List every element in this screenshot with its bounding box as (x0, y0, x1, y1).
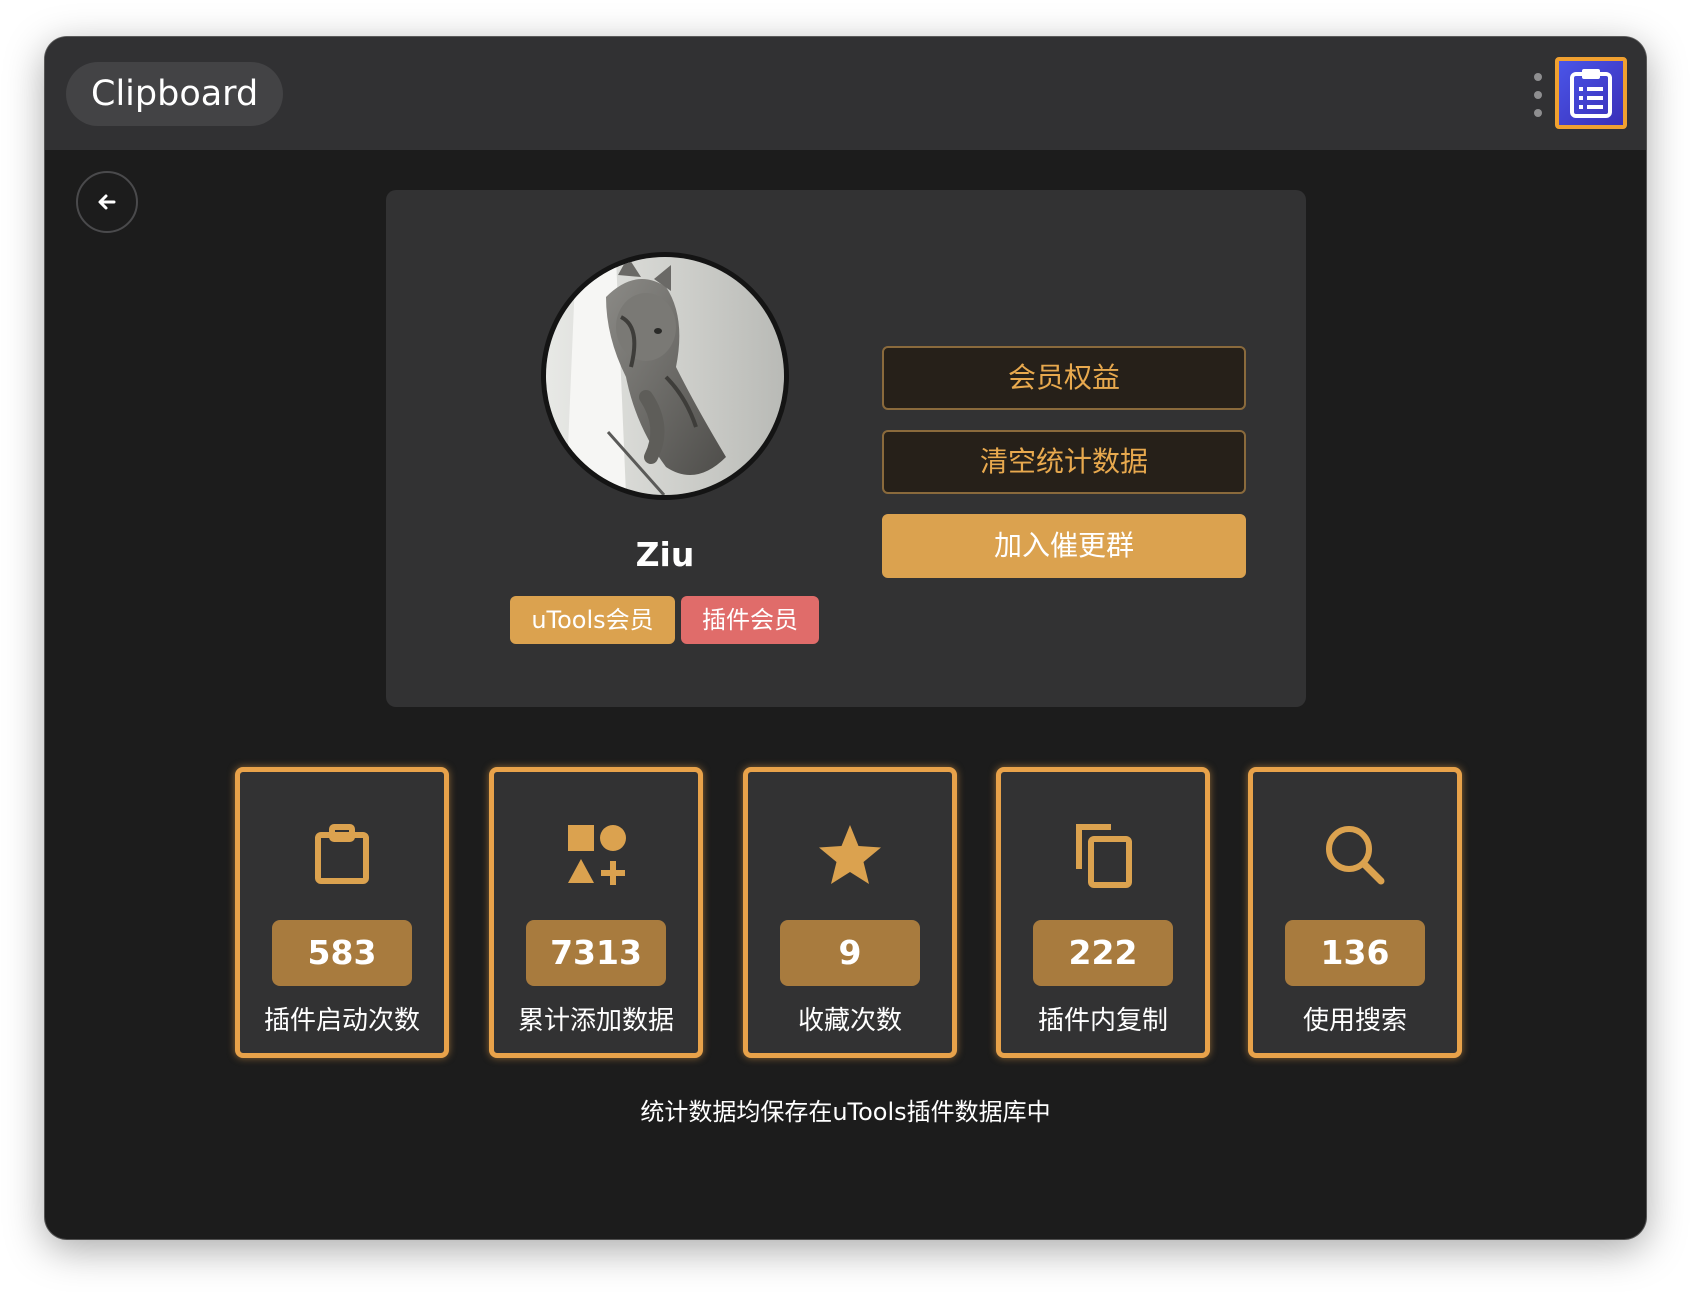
app-window: Clipboard Ziu uTools会员 插件会员 会员权益 清空统计数据 … (45, 37, 1646, 1239)
clear-stats-button[interactable]: 清空统计数据 (882, 430, 1246, 494)
utools-member-badge: uTools会员 (510, 596, 675, 644)
stat-value: 583 (272, 920, 412, 986)
join-group-button[interactable]: 加入催更群 (882, 514, 1246, 578)
member-benefits-button[interactable]: 会员权益 (882, 346, 1246, 410)
profile-card: Ziu uTools会员 插件会员 会员权益 清空统计数据 加入催更群 (386, 190, 1306, 707)
shapes-icon (568, 825, 626, 885)
stat-card-total-added: 7313 累计添加数据 (489, 767, 703, 1058)
stat-value: 9 (780, 920, 920, 986)
more-vert-icon[interactable] (1531, 73, 1545, 117)
stat-value: 136 (1285, 920, 1425, 986)
clipboard-list-icon[interactable] (1555, 57, 1627, 129)
arrow-left-icon (98, 194, 116, 210)
search-icon (1326, 826, 1385, 885)
stat-label: 累计添加数据 (517, 1006, 674, 1036)
stat-card-launch-count: 583 插件启动次数 (235, 767, 449, 1058)
stat-label: 使用搜索 (1302, 1006, 1407, 1036)
app-title[interactable]: Clipboard (66, 62, 284, 126)
stat-value: 222 (1033, 920, 1173, 986)
stat-label: 插件启动次数 (263, 1006, 420, 1036)
star-icon (819, 825, 881, 884)
back-button[interactable] (76, 171, 138, 233)
stat-card-search-usage: 136 使用搜索 (1248, 767, 1462, 1058)
top-bar: Clipboard (45, 37, 1646, 150)
avatar (541, 252, 789, 500)
footer-note: 统计数据均保存在uTools插件数据库中 (640, 1098, 1051, 1126)
stat-label: 插件内复制 (1037, 1006, 1168, 1036)
stat-card-favorites: 9 收藏次数 (743, 767, 957, 1058)
copy-icon (1076, 824, 1132, 888)
username: Ziu (635, 535, 695, 574)
plugin-member-badge: 插件会员 (681, 596, 819, 644)
stat-value: 7313 (526, 920, 666, 986)
stat-label: 收藏次数 (797, 1006, 902, 1036)
clipboard-icon (315, 824, 369, 884)
stat-card-in-plugin-copy: 222 插件内复制 (996, 767, 1210, 1058)
